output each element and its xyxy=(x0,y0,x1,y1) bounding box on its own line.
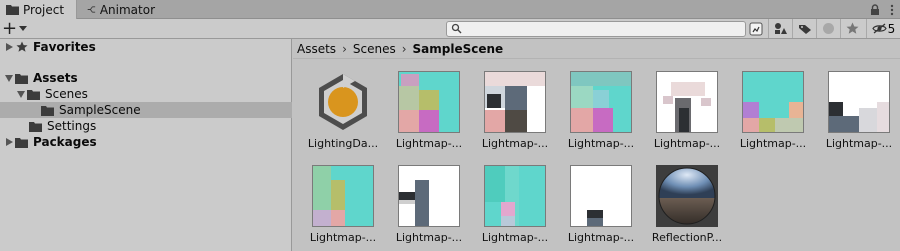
filter-by-type-button[interactable] xyxy=(768,19,792,38)
tree-item-label: Scenes xyxy=(45,87,88,101)
chevron-right-icon: › xyxy=(342,41,347,56)
tree-item-packages[interactable]: Packages xyxy=(0,134,292,150)
asset-label: Lightmap-... xyxy=(481,137,549,150)
chevron-right-icon: › xyxy=(401,41,407,56)
type-filter-icon xyxy=(749,22,763,35)
folder-tree: Favorites Assets Scenes SampleScene Sett… xyxy=(0,39,292,251)
asset-label: Lightmap-... xyxy=(567,231,635,244)
asset-label: Lightmap-... xyxy=(395,137,463,150)
tree-item-settings[interactable]: Settings xyxy=(0,118,292,134)
asset-label: Lightmap-... xyxy=(825,137,893,150)
expand-arrow-icon[interactable] xyxy=(4,134,14,150)
lightmap-thumbnail xyxy=(828,71,890,133)
asset-label: Lightmap-... xyxy=(739,137,807,150)
asset-lightmap[interactable]: Lightmap-... xyxy=(647,71,727,161)
animator-icon xyxy=(87,6,96,13)
tree-item-favorites[interactable]: Favorites xyxy=(0,39,292,55)
asset-browser: Assets › Scenes › SampleScene LightingDa… xyxy=(293,39,900,251)
asset-label: LightingDa... xyxy=(307,137,379,150)
star-icon xyxy=(846,22,859,34)
breadcrumb-item-samplescene[interactable]: SampleScene xyxy=(413,42,504,56)
asset-label: Lightmap-... xyxy=(653,137,721,150)
info-icon xyxy=(823,23,834,34)
lightmap-thumbnail xyxy=(312,165,374,227)
asset-lightmap[interactable]: Lightmap-... xyxy=(819,71,899,161)
reflection-probe-sphere-icon xyxy=(656,165,718,227)
tab-animator-label: Animator xyxy=(99,2,155,17)
window-controls xyxy=(870,1,894,18)
lock-icon[interactable] xyxy=(870,3,880,16)
asset-store-button[interactable] xyxy=(816,19,840,38)
breadcrumb-item-assets[interactable]: Assets xyxy=(297,42,336,56)
breadcrumb-item-scenes[interactable]: Scenes xyxy=(353,42,396,56)
asset-lightmap[interactable]: Lightmap-... xyxy=(733,71,813,161)
tab-bar: Project Animator xyxy=(0,0,900,19)
tree-item-samplescene[interactable]: SampleScene xyxy=(0,102,292,118)
asset-lightmap[interactable]: Lightmap-... xyxy=(389,165,469,251)
asset-lightmap[interactable]: Lightmap-... xyxy=(303,165,383,251)
asset-lightmap[interactable]: Lightmap-... xyxy=(475,165,555,251)
star-icon xyxy=(14,39,30,55)
asset-label: Lightmap-... xyxy=(567,137,635,150)
search-by-type-button[interactable] xyxy=(744,19,768,38)
hidden-packages-count: 5 xyxy=(887,21,896,36)
create-label: + xyxy=(2,17,18,39)
asset-label: Lightmap-... xyxy=(309,231,377,244)
eye-slash-icon xyxy=(871,23,887,34)
asset-label: ReflectionP... xyxy=(651,231,723,244)
tree-item-label: SampleScene xyxy=(59,103,141,117)
create-button[interactable]: + xyxy=(2,19,30,38)
asset-lightmap[interactable]: Lightmap-... xyxy=(561,71,641,161)
lightmap-thumbnail xyxy=(398,165,460,227)
tab-project[interactable]: Project xyxy=(0,0,77,19)
search-icon xyxy=(451,23,462,34)
asset-lightmap[interactable]: Lightmap-... xyxy=(475,71,555,161)
filter-by-label-button[interactable] xyxy=(792,19,816,38)
folder-open-icon xyxy=(14,70,30,86)
breadcrumb: Assets › Scenes › SampleScene xyxy=(293,39,900,59)
tag-icon xyxy=(798,24,811,34)
more-options-icon[interactable] xyxy=(890,4,894,16)
asset-label: Lightmap-... xyxy=(481,231,549,244)
asset-lightmap[interactable]: Lightmap-... xyxy=(389,71,469,161)
asset-lightmap[interactable]: Lightmap-... xyxy=(561,165,641,251)
lightmap-thumbnail xyxy=(484,71,546,133)
tree-item-label: Packages xyxy=(33,135,97,149)
tree-item-assets[interactable]: Assets xyxy=(0,70,292,86)
project-toolbar: + 5 xyxy=(0,19,900,39)
collapse-arrow-icon[interactable] xyxy=(16,86,26,102)
search-input[interactable] xyxy=(446,21,746,37)
asset-label: Lightmap-... xyxy=(395,231,463,244)
collapse-arrow-icon[interactable] xyxy=(4,70,14,86)
lightmap-thumbnail xyxy=(656,71,718,133)
asset-reflection-probe[interactable]: ReflectionP... xyxy=(647,165,727,251)
tree-item-label: Favorites xyxy=(33,40,96,54)
chevron-down-icon xyxy=(19,25,28,31)
tree-item-label: Assets xyxy=(33,71,78,85)
lightmap-thumbnail xyxy=(742,71,804,133)
folder-icon xyxy=(40,102,56,118)
expand-arrow-icon[interactable] xyxy=(4,39,14,55)
lightmap-thumbnail xyxy=(570,71,632,133)
tree-item-label: Settings xyxy=(47,119,97,133)
folder-icon xyxy=(14,134,30,150)
shapes-icon xyxy=(774,23,787,34)
lightmap-thumbnail xyxy=(484,165,546,227)
lightmap-thumbnail xyxy=(398,71,460,133)
lightmap-thumbnail xyxy=(570,165,632,227)
folder-open-icon xyxy=(26,86,42,102)
folder-icon xyxy=(6,5,19,15)
asset-lighting-data[interactable]: LightingDa... xyxy=(303,71,383,161)
hidden-packages-toggle[interactable]: 5 xyxy=(866,19,900,38)
tree-item-scenes[interactable]: Scenes xyxy=(0,86,292,102)
lighting-data-icon xyxy=(319,74,367,130)
favorites-button[interactable] xyxy=(840,19,864,38)
folder-icon xyxy=(28,118,44,134)
tab-animator[interactable]: Animator xyxy=(81,0,161,19)
tab-project-label: Project xyxy=(23,2,65,17)
